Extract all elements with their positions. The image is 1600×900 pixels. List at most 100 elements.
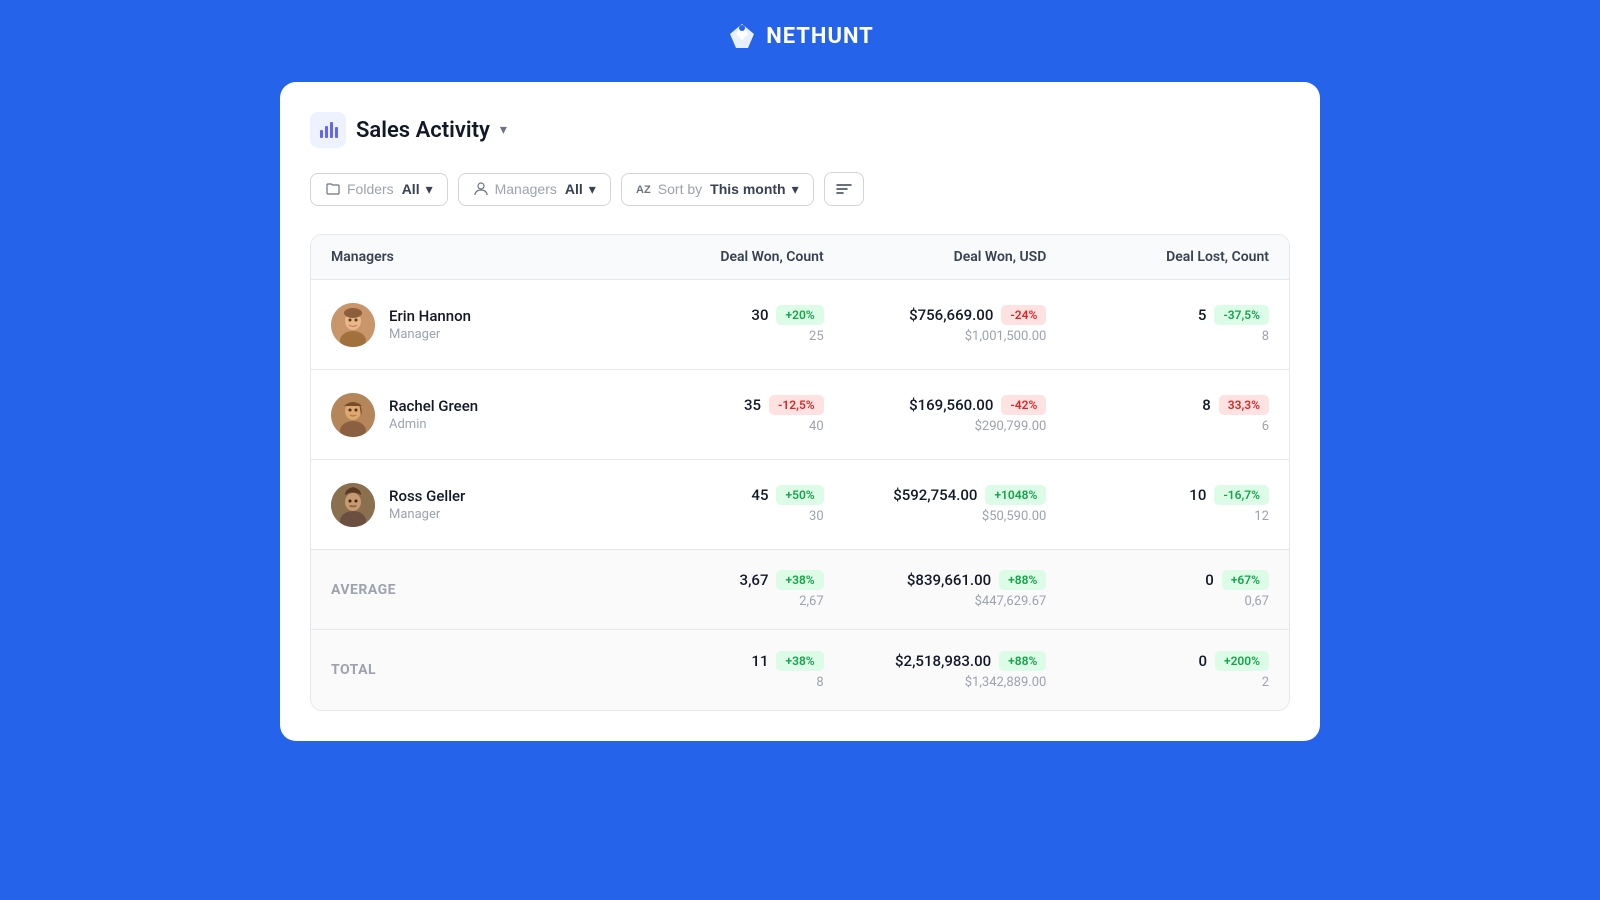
sort-lines-icon: [835, 180, 853, 198]
data-main-row: 5 -37,5%: [1198, 305, 1269, 325]
badge-green: +38%: [776, 570, 823, 590]
app-name: NETHUNT: [766, 24, 874, 49]
page-title-icon: [310, 112, 346, 148]
sort-prefix: Sort by: [658, 181, 702, 197]
col-deal-lost-count: Deal Lost, Count: [1046, 249, 1269, 265]
managers-chevron: ▾: [589, 181, 596, 198]
folders-value: All: [402, 181, 420, 197]
main-value: 10: [1189, 486, 1206, 504]
logo-icon: [726, 20, 758, 52]
main-value: $839,661.00: [907, 571, 991, 589]
sub-value: 30: [809, 509, 824, 524]
badge-red: -42%: [1001, 395, 1046, 415]
sub-value: $1,342,889.00: [965, 675, 1047, 690]
badge-green: +88%: [999, 570, 1046, 590]
data-main-row: 8 33,3%: [1202, 395, 1269, 415]
chart-icon: [318, 120, 338, 140]
folders-filter[interactable]: Folders All ▾: [310, 173, 448, 206]
manager-name: Rachel Green: [389, 397, 478, 415]
manager-name: Ross Geller: [389, 487, 465, 505]
table-row: Rachel Green Admin 35 -12,5% 40 $169,560…: [311, 370, 1289, 460]
main-value: 0: [1198, 652, 1207, 670]
deal-won-usd-cell: $839,661.00 +88% $447,629.67: [824, 554, 1047, 625]
folders-label: Folders: [347, 181, 394, 197]
data-main-row: 35 -12,5%: [744, 395, 824, 415]
deal-lost-count-cell: 0 +200% 2: [1046, 635, 1269, 706]
manager-info: Rachel Green Admin: [389, 397, 478, 432]
main-value: $169,560.00: [909, 396, 993, 414]
data-main-row: 3,67 +38%: [740, 570, 824, 590]
main-value: 11: [751, 652, 768, 670]
manager-cell: Erin Hannon Manager: [331, 287, 601, 363]
deal-lost-count-cell: 8 33,3% 6: [1046, 379, 1269, 450]
badge-green: +38%: [776, 651, 823, 671]
manager-role: Admin: [389, 417, 478, 432]
title-chevron[interactable]: ▾: [500, 122, 507, 138]
deal-won-count-cell: 30 +20% 25: [601, 289, 824, 360]
manager-cell: Rachel Green Admin: [331, 377, 601, 453]
deal-won-count-cell: 45 +50% 30: [601, 469, 824, 540]
table-header: Managers Deal Won, Count Deal Won, USD D…: [311, 235, 1289, 280]
main-value: 30: [751, 306, 768, 324]
deal-won-usd-cell: $169,560.00 -42% $290,799.00: [824, 379, 1047, 450]
sub-value: 25: [809, 329, 824, 344]
manager-name: Erin Hannon: [389, 307, 471, 325]
deal-lost-count-cell: 10 -16,7% 12: [1046, 469, 1269, 540]
data-main-row: $756,669.00 -24%: [909, 305, 1046, 325]
main-value: $2,518,983.00: [895, 652, 991, 670]
person-icon: [473, 181, 489, 197]
data-main-row: $2,518,983.00 +88%: [895, 651, 1046, 671]
deal-lost-count-cell: 0 +67% 0,67: [1046, 554, 1269, 625]
main-card: Sales Activity ▾ Folders All ▾ Managers …: [280, 82, 1320, 741]
svg-text:AZ: AZ: [636, 184, 651, 196]
erin-avatar-svg: [331, 303, 375, 347]
badge-green: +67%: [1222, 570, 1269, 590]
data-main-row: 0 +67%: [1205, 570, 1269, 590]
col-deal-won-count: Deal Won, Count: [601, 249, 824, 265]
sub-value: $290,799.00: [975, 419, 1047, 434]
badge-red: -24%: [1001, 305, 1046, 325]
az-icon: AZ: [636, 181, 652, 197]
sort-chevron: ▾: [792, 181, 799, 198]
manager-cell: AVERAGE: [331, 566, 601, 614]
app-logo: NETHUNT: [726, 20, 874, 52]
sort-order-button[interactable]: [824, 172, 864, 206]
deal-won-count-cell: 11 +38% 8: [601, 635, 824, 706]
average-row: AVERAGE 3,67 +38% 2,67 $839,661.00 +88% …: [311, 550, 1289, 630]
manager-info: Ross Geller Manager: [389, 487, 465, 522]
sub-value: 0,67: [1245, 594, 1269, 609]
sort-filter[interactable]: AZ Sort by This month ▾: [621, 173, 814, 206]
deal-won-count-cell: 35 -12,5% 40: [601, 379, 824, 450]
manager-cell: Ross Geller Manager: [331, 467, 601, 543]
manager-role: Manager: [389, 507, 465, 522]
data-main-row: 0 +200%: [1198, 651, 1269, 671]
avatar: [331, 393, 375, 437]
deal-won-usd-cell: $756,669.00 -24% $1,001,500.00: [824, 289, 1047, 360]
main-value: 3,67: [740, 571, 769, 589]
table-row: Ross Geller Manager 45 +50% 30 $592,754.…: [311, 460, 1289, 550]
sub-value: 8: [1262, 329, 1269, 344]
badge-green: -16,7%: [1214, 485, 1269, 505]
badge-green: +88%: [999, 651, 1046, 671]
sub-value: 6: [1262, 419, 1269, 434]
filters-row: Folders All ▾ Managers All ▾ AZ Sort by …: [310, 172, 1290, 206]
sub-value: 40: [809, 419, 824, 434]
manager-role: Manager: [389, 327, 471, 342]
data-main-row: 30 +20%: [751, 305, 823, 325]
badge-green: +50%: [776, 485, 823, 505]
total-row: TOTAL 11 +38% 8 $2,518,983.00 +88% $1,34…: [311, 630, 1289, 710]
managers-filter[interactable]: Managers All ▾: [458, 173, 611, 206]
data-main-row: 10 -16,7%: [1189, 485, 1269, 505]
badge-red: 33,3%: [1219, 395, 1269, 415]
main-value: $756,669.00: [909, 306, 993, 324]
folders-chevron: ▾: [426, 181, 433, 198]
folder-icon: [325, 181, 341, 197]
sub-value: $50,590.00: [982, 509, 1046, 524]
top-bar: NETHUNT: [0, 0, 1600, 72]
badge-green: +200%: [1215, 651, 1269, 671]
deal-lost-count-cell: 5 -37,5% 8: [1046, 289, 1269, 360]
page-title: Sales Activity: [356, 118, 490, 143]
sub-value: 2,67: [799, 594, 823, 609]
sub-value: $447,629.67: [975, 594, 1047, 609]
deal-won-usd-cell: $592,754.00 +1048% $50,590.00: [824, 469, 1047, 540]
